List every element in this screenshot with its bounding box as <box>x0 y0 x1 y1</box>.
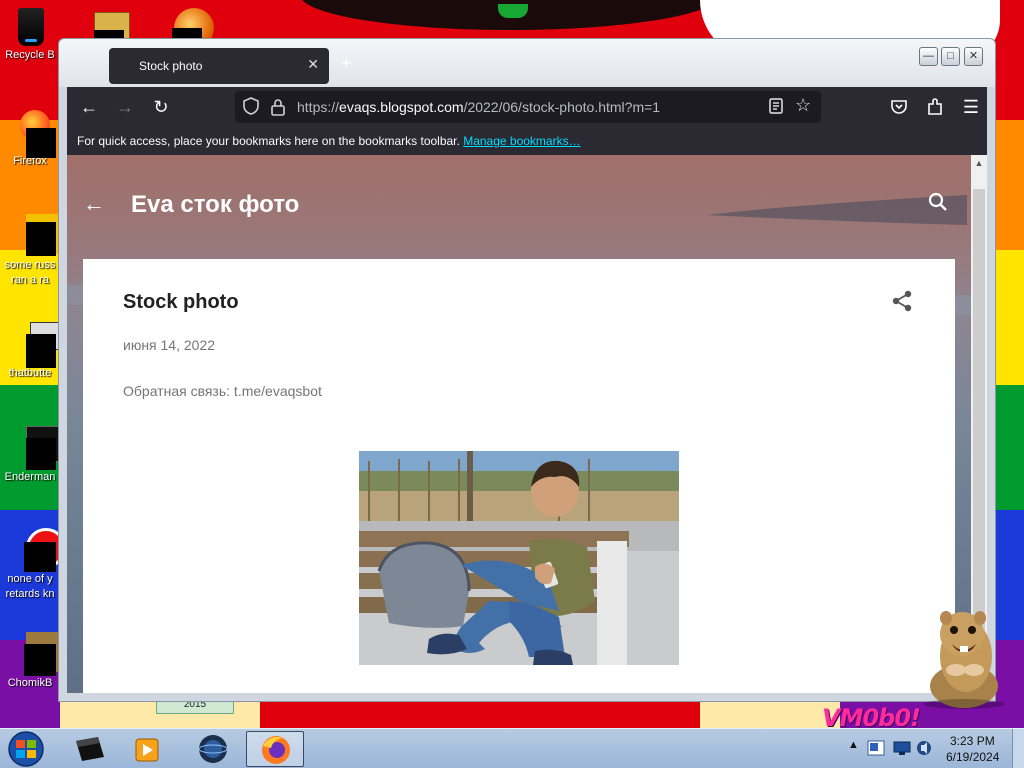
window-stack-icon <box>10 322 64 368</box>
back-button[interactable]: ← <box>77 95 101 119</box>
desktop-icon-recycle-bin[interactable]: Recycle B <box>0 4 60 63</box>
post-title: Stock photo <box>123 291 239 313</box>
url-text[interactable]: https://evaqs.blogspot.com/2022/06/stock… <box>297 99 660 115</box>
taskbar-firefox-icon[interactable] <box>246 731 304 767</box>
post-photo[interactable] <box>359 451 679 665</box>
window-titlebar: Stock photo ✕ + ⌄ — □ ✕ <box>59 39 995 87</box>
scroll-up-arrow-icon[interactable]: ▲ <box>971 155 987 171</box>
desktop-icon-label-line2: retards kn <box>5 588 55 600</box>
tab-close-icon[interactable]: ✕ <box>307 56 319 73</box>
terminal-icon <box>10 426 66 470</box>
share-icon[interactable] <box>891 289 913 318</box>
lock-icon[interactable] <box>271 98 285 121</box>
network-monitor-icon[interactable] <box>892 739 912 757</box>
tab-stock-photo[interactable]: Stock photo ✕ <box>109 48 329 84</box>
bookmarks-hint: For quick access, place your bookmarks h… <box>77 134 460 148</box>
hamster-icon <box>10 632 66 676</box>
watermark-text: VM0b0! <box>822 704 921 728</box>
post-date: июня 14, 2022 <box>123 337 216 353</box>
url-scheme: https:// <box>297 99 340 115</box>
wallpaper-green-shape <box>498 4 528 18</box>
taskbar-media-player-icon[interactable] <box>120 731 176 767</box>
desktop-icon-enderman[interactable]: Enderman <box>0 426 66 485</box>
post-feedback-text: Обратная связь: t.me/evaqsbot <box>123 383 322 399</box>
firefox-window: Stock photo ✕ + ⌄ — □ ✕ ← → ↻ https://ev… <box>58 38 996 702</box>
desktop-icon-chomikb[interactable]: ChomikB <box>0 632 66 691</box>
pocket-icon[interactable] <box>887 95 911 119</box>
document-icon <box>10 214 66 256</box>
desktop-icon-label: thatbutte <box>8 367 52 379</box>
wallpaper-strip-red <box>260 700 700 728</box>
desktop-icon-label-line2: ran a ra <box>11 274 49 286</box>
desktop-icon-none-of-y[interactable]: none of y retards kn <box>0 528 66 602</box>
new-tab-button[interactable]: + <box>341 53 352 74</box>
bookmark-star-icon[interactable]: ☆ <box>795 95 811 116</box>
show-desktop-button[interactable] <box>1012 729 1024 768</box>
recycle-bin-icon <box>10 4 50 46</box>
post-card: Stock photo июня 14, 2022 Обратная связь… <box>83 259 955 693</box>
tracking-shield-icon[interactable] <box>243 97 259 119</box>
address-bar[interactable]: https://evaqs.blogspot.com/2022/06/stock… <box>235 91 821 123</box>
tab-title: Stock photo <box>139 59 203 73</box>
blog-back-arrow-icon[interactable]: ← <box>83 191 105 217</box>
extensions-icon[interactable] <box>923 95 947 119</box>
reader-view-icon[interactable] <box>769 98 783 118</box>
navigation-toolbar: ← → ↻ https://evaqs.blogspot.com/2022/06… <box>67 87 987 127</box>
blog-title[interactable]: Eva сток фото <box>131 191 299 219</box>
taskbar-globe-icon[interactable] <box>186 731 242 767</box>
clock-date[interactable]: 6/19/2024 <box>946 750 999 764</box>
maximize-button[interactable]: □ <box>941 47 960 66</box>
list-all-tabs-icon[interactable]: ⌄ <box>849 55 859 69</box>
blog-search-icon[interactable] <box>927 191 949 218</box>
taskbar: ▲ 3:23 PM 6/19/2024 <box>0 728 1024 768</box>
desktop-icon-label-line1: none of y <box>7 573 53 585</box>
clock-time[interactable]: 3:23 PM <box>950 734 995 748</box>
start-button[interactable] <box>4 729 48 768</box>
desktop-icon-label: ChomikB <box>7 677 53 689</box>
hamster-mascot <box>918 600 1008 710</box>
taskbar-terminal-icon[interactable] <box>62 731 118 767</box>
action-center-flag-icon[interactable] <box>866 739 886 757</box>
url-host: evaqs.blogspot.com <box>339 99 464 115</box>
desktop-icon-label-line1: some russ <box>4 259 56 271</box>
hamburger-menu-icon[interactable]: ☰ <box>959 95 983 119</box>
firefox-icon <box>10 110 56 158</box>
volume-icon[interactable] <box>914 739 934 757</box>
url-path: /2022/06/stock-photo.html?m=1 <box>463 99 661 115</box>
manage-bookmarks-link[interactable]: Manage bookmarks… <box>463 134 580 148</box>
desktop-icon-label: Enderman <box>4 471 56 483</box>
bookmarks-toolbar: For quick access, place your bookmarks h… <box>67 127 987 155</box>
desktop-icon-firefox[interactable]: Firefox <box>0 110 60 169</box>
desktop-icon-some-russ[interactable]: some russ ran a ra <box>0 214 66 288</box>
forward-button[interactable]: → <box>113 95 137 119</box>
page-viewport: ← Eva сток фото Stock photo июня 14, 202… <box>67 155 971 693</box>
minimize-button[interactable]: — <box>919 47 938 66</box>
desktop-icon-thatbutte[interactable]: thatbutte <box>0 322 64 381</box>
red-circle-icon <box>10 528 66 572</box>
desktop-icon-label: Recycle B <box>5 49 55 61</box>
reload-button[interactable]: ↻ <box>149 95 173 119</box>
tray-overflow-arrow-icon[interactable]: ▲ <box>848 739 859 751</box>
close-window-button[interactable]: ✕ <box>964 47 983 66</box>
